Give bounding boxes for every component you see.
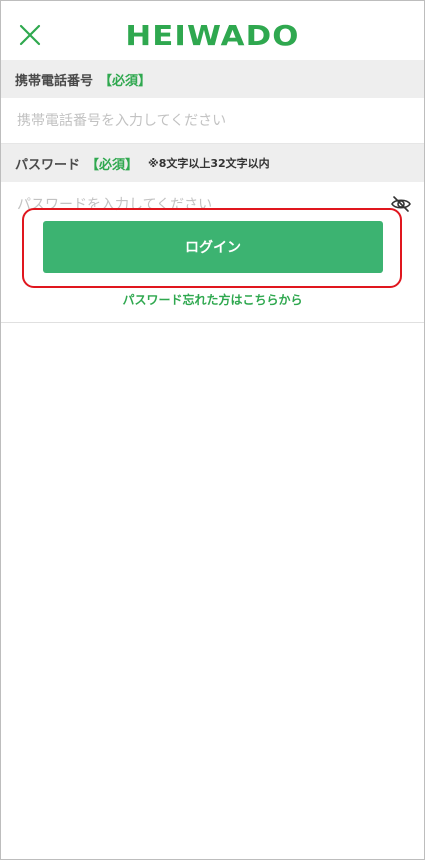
phone-label-row: 携帯電話番号 【必須】 — [1, 60, 424, 98]
password-required-badge: 【必須】 — [86, 157, 139, 173]
login-button[interactable]: ログイン — [43, 221, 383, 273]
brand-logo: HEIWADO — [125, 19, 300, 52]
app-frame: HEIWADO 携帯電話番号 【必須】 パスワード 【必須】 ※8文字以上32文… — [0, 0, 425, 860]
password-section: ログイン パスワード忘れた方はこちらから — [1, 182, 424, 323]
forgot-password-link[interactable]: パスワード忘れた方はこちらから — [1, 291, 424, 308]
phone-input-row — [1, 98, 424, 144]
phone-label: 携帯電話番号 — [15, 73, 94, 89]
phone-input[interactable] — [1, 98, 424, 143]
header: HEIWADO — [1, 1, 424, 60]
password-label-row: パスワード 【必須】 ※8文字以上32文字以内 — [1, 144, 424, 182]
phone-required-badge: 【必須】 — [99, 73, 152, 89]
password-label: パスワード — [15, 157, 81, 173]
password-length-note: ※8文字以上32文字以内 — [148, 157, 270, 170]
